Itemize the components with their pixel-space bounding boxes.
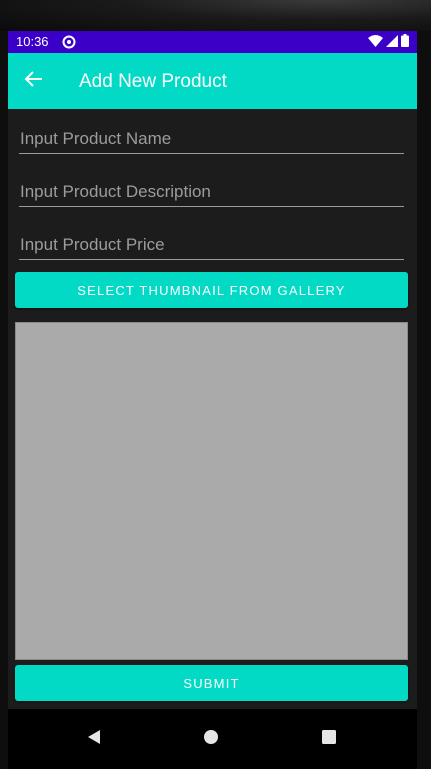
device-frame: 10:36 Add New Product Input Product Name… [0,0,431,769]
product-description-field [19,178,404,207]
device-bezel [0,0,431,31]
back-triangle-icon [86,729,102,750]
product-name-input[interactable] [19,125,404,153]
select-thumbnail-button[interactable]: SELECT THUMBNAIL FROM GALLERY [15,272,408,308]
back-button[interactable] [20,67,48,95]
system-nav-bar [8,709,417,769]
arrow-back-icon [24,69,44,94]
status-bar: 10:36 [8,31,417,53]
app-bar: Add New Product [8,53,417,109]
product-description-input[interactable] [19,178,404,206]
nav-recents-button[interactable] [315,725,343,753]
product-name-field [19,125,404,154]
notification-icon [62,35,76,49]
signal-icon [386,34,398,50]
form-content: SELECT THUMBNAIL FROM GALLERY SUBMIT [8,109,417,709]
nav-home-button[interactable] [197,725,225,753]
status-time: 10:36 [16,34,49,49]
product-price-field [19,231,404,260]
page-title: Add New Product [79,71,227,92]
thumbnail-preview [15,322,408,660]
status-icons [368,34,409,50]
battery-icon [401,34,409,50]
recents-square-icon [321,729,337,750]
product-price-input[interactable] [19,231,404,259]
home-circle-icon [203,729,219,750]
submit-button[interactable]: SUBMIT [15,665,408,701]
nav-back-button[interactable] [80,725,108,753]
wifi-icon [368,34,383,50]
app-screen: 10:36 Add New Product Input Product Name… [8,31,417,769]
